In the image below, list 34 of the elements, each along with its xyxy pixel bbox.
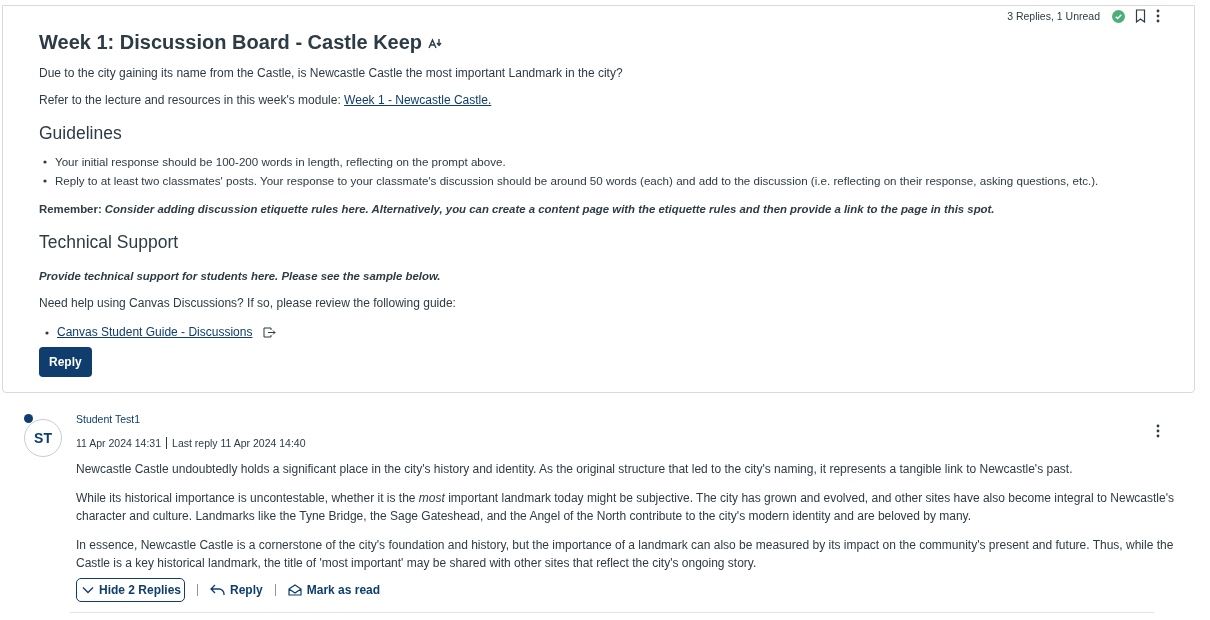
translate-icon[interactable] (428, 36, 443, 49)
reply-paragraph: While its historical importance is uncontestable, whether it is the most important landmark today might be subjective. The city has grown and evolved, and other sites have also become integral to Newcastle's character and culture. Landmarks like the Tyne Bridge, the Sage Gateshead, and the Angel of the North contribute to the city's modern identity and are beloved by many. (76, 490, 1175, 525)
bullet-icon (43, 159, 47, 164)
reply-paragraph: Newcastle Castle undoubtedly holds a significant place in the city's history and identity. As the original structure that led to the city's naming, it represents a tangible link to Newcastle's past. (76, 461, 1074, 478)
envelope-icon (287, 584, 302, 596)
reply-paragraph: In essence, Newcastle Castle is a cornerstone of the city's foundation and history, but the importance of a landmark can also be measured by its impact on the community's present and future. Thus, while the Castle is a key historical landmark, the title of 'most important' may be shared with other sites that reflect the city's ongoing story. (76, 537, 1175, 572)
external-link-icon (263, 327, 277, 338)
reply-link[interactable]: Reply (210, 583, 263, 597)
bullet-icon (43, 178, 47, 183)
reply-arrow-icon (210, 584, 226, 596)
support-note: Provide technical support for students here. Please see the sample below. (39, 270, 441, 282)
bookmark-icon[interactable] (1135, 9, 1146, 23)
hide-replies-button[interactable]: Hide 2 Replies (76, 578, 186, 602)
bullet-icon (45, 330, 49, 335)
author-name[interactable]: Student Test1 (76, 413, 306, 425)
guide-link[interactable]: Canvas Student Guide - Discussions (57, 323, 253, 342)
paragraph-text: Due to the city gaining its name from the Castle, is Newcastle Castle the most important Landmark in the city? (39, 66, 623, 80)
last-reply-date: Last reply 11 Apr 2024 14:40 (172, 437, 306, 449)
reply-count: 3 Replies, 1 Unread (1007, 10, 1100, 22)
mark-as-read-link[interactable]: Mark as read (287, 583, 381, 597)
paragraph-text: Refer to the lecture and resources in this week's module: (39, 93, 342, 107)
post-date: 11 Apr 2024 14:31 (76, 437, 162, 449)
more-options-icon[interactable] (1156, 9, 1160, 23)
chevron-down-icon (82, 586, 94, 594)
module-link[interactable]: Week 1 - Newcastle Castle. (344, 93, 492, 107)
reminder-text: Remember: Consider adding discussion etiquette rules here. Alternatively, you can create a content page with the etiquette rules and then provide a link to the page in this spot. (39, 203, 995, 215)
section-heading: Technical Support (39, 231, 180, 253)
section-heading: Guidelines (39, 122, 123, 144)
discussion-title: Week 1: Discussion Board - Castle Keep (39, 31, 423, 54)
guideline-text: Your initial response should be 100-200 words in length, reflecting on the prompt above. (55, 154, 506, 170)
reply-button[interactable]: Reply (39, 347, 92, 377)
more-options-icon[interactable] (1156, 424, 1160, 438)
guideline-text: Reply to at least two classmates' posts. Your response to your classmate's discussion should be around 50 words (each) and add to the discussion (i.e. reflecting on their response, asking questions, etc.). (55, 173, 1099, 189)
paragraph-text: Need help using Canvas Discussions? If so, please review the following guide: (39, 296, 456, 310)
